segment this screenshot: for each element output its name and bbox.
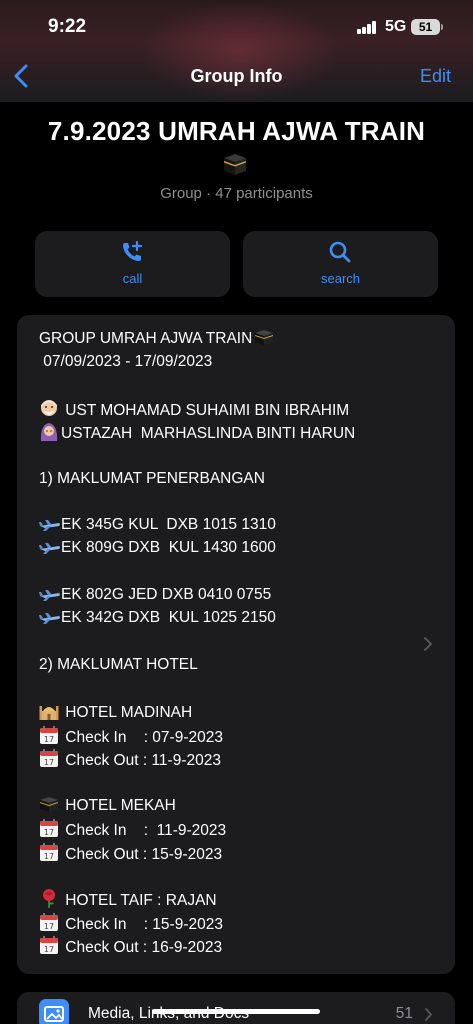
description-line: UST MOHAMAD SUHAIMI BIN IBRAHIM xyxy=(39,398,349,420)
description-line: 07/09/2023 - 17/09/2023 xyxy=(39,351,212,373)
calendar-icon: 17 xyxy=(39,912,59,931)
battery-icon: 51 xyxy=(411,19,440,35)
airplane-icon xyxy=(39,609,60,627)
description-text: Check Out : 15-9-2023 xyxy=(61,846,223,863)
description-line: 17 Check In : 15-9-2023 xyxy=(39,912,223,934)
description-line: HOTEL TAIF : RAJAN xyxy=(39,888,217,910)
description-line: EK 345G KUL DXB 1015 1310 xyxy=(39,514,276,536)
description-line: USTAZAH MARHASLINDA BINTI HARUN xyxy=(39,421,355,443)
description-text: USTAZAH MARHASLINDA BINTI HARUN xyxy=(61,425,356,442)
description-line: 17 Check In : 11-9-2023 xyxy=(39,818,226,840)
description-line: HOTEL MEKAH xyxy=(39,795,176,817)
description-line: 17 Check Out : 15-9-2023 xyxy=(39,842,222,864)
svg-text:17: 17 xyxy=(44,852,54,861)
description-text: HOTEL MEKAH xyxy=(61,797,176,814)
nav-title: Group Info xyxy=(190,66,283,86)
home-indicator xyxy=(152,1009,320,1014)
description-text: 1) MAKLUMAT PENERBANGAN xyxy=(39,470,265,487)
svg-text:17: 17 xyxy=(44,758,54,767)
status-time: 9:22 xyxy=(48,16,87,37)
media-count: 51 xyxy=(395,1005,413,1022)
call-label: call xyxy=(122,271,143,286)
svg-text:17: 17 xyxy=(44,922,54,931)
description-line: 17 Check In : 07-9-2023 xyxy=(39,725,223,747)
airplane-icon xyxy=(39,516,60,534)
description-text: 07/09/2023 - 17/09/2023 xyxy=(39,353,213,370)
description-line: 1) MAKLUMAT PENERBANGAN xyxy=(39,468,265,490)
description-text: 2) MAKLUMAT HOTEL xyxy=(39,656,198,673)
photo-icon xyxy=(39,999,69,1024)
group-name[interactable]: 7.9.2023 UMRAH AJWA TRAIN xyxy=(0,116,473,147)
calendar-icon: 17 xyxy=(39,818,59,837)
mosque-icon xyxy=(39,702,59,720)
description-text: Check Out : 11-9-2023 xyxy=(61,752,221,769)
network-label: 5G xyxy=(385,18,407,35)
description-text: GROUP UMRAH AJWA TRAIN xyxy=(39,330,253,347)
description-text: Check In : 15-9-2023 xyxy=(61,916,223,933)
svg-text:17: 17 xyxy=(44,945,54,954)
old-man-icon xyxy=(39,398,59,416)
airplane-icon xyxy=(39,586,60,604)
description-text: Check In : 07-9-2023 xyxy=(61,729,223,746)
description-line: 17 Check Out : 16-9-2023 xyxy=(39,935,222,957)
battery-tip xyxy=(441,24,443,30)
navigation-bar: Group Info Edit xyxy=(0,56,473,98)
description-text: HOTEL TAIF : RAJAN xyxy=(61,892,217,909)
kaaba-icon xyxy=(39,795,59,813)
description-line: 2) MAKLUMAT HOTEL xyxy=(39,654,198,676)
kaaba-icon xyxy=(254,328,274,346)
calendar-icon: 17 xyxy=(39,842,59,861)
calendar-icon: 17 xyxy=(39,725,59,744)
calendar-icon: 17 xyxy=(39,935,59,954)
status-bar: 9:22 5G 51 xyxy=(0,0,473,52)
description-text: EK 342G DXB KUL 1025 2150 xyxy=(61,609,276,626)
search-label: search xyxy=(320,271,361,286)
chevron-right-icon xyxy=(424,637,433,651)
svg-text:17: 17 xyxy=(44,735,54,744)
description-line: EK 802G JED DXB 0410 0755 xyxy=(39,584,271,606)
description-line: EK 809G DXB KUL 1430 1600 xyxy=(39,537,276,559)
search-icon xyxy=(329,241,351,263)
group-description-card[interactable]: GROUP UMRAH AJWA TRAIN 07/09/2023 - 17/0… xyxy=(17,315,455,974)
calendar-icon: 17 xyxy=(39,748,59,767)
rose-icon xyxy=(39,888,59,908)
description-text: UST MOHAMAD SUHAIMI BIN IBRAHIM xyxy=(61,402,350,419)
description-text: HOTEL MADINAH xyxy=(61,704,193,721)
description-text: Check In : 11-9-2023 xyxy=(61,822,227,839)
description-text: EK 802G JED DXB 0410 0755 xyxy=(61,586,272,603)
phone-add-icon xyxy=(123,240,143,261)
description-text: EK 345G KUL DXB 1015 1310 xyxy=(61,516,276,533)
kaaba-icon xyxy=(224,154,246,175)
description-line: GROUP UMRAH AJWA TRAIN xyxy=(39,328,276,350)
svg-text:17: 17 xyxy=(44,828,54,837)
edit-button[interactable]: Edit xyxy=(420,66,451,87)
airplane-icon xyxy=(39,539,60,557)
description-line: HOTEL MADINAH xyxy=(39,702,192,724)
search-button[interactable]: search xyxy=(243,231,438,297)
description-line: EK 342G DXB KUL 1025 2150 xyxy=(39,607,276,629)
description-text: EK 809G DXB KUL 1430 1600 xyxy=(61,539,276,556)
call-button[interactable]: call xyxy=(35,231,230,297)
media-links-docs-row[interactable]: Media, Links, and Docs 51 xyxy=(17,992,455,1024)
signal-icon xyxy=(357,21,379,34)
chevron-right-icon xyxy=(425,1008,433,1021)
description-text: Check Out : 16-9-2023 xyxy=(61,939,223,956)
participants-count: Group · 47 participants xyxy=(160,185,313,202)
media-label: Media, Links, and Docs xyxy=(88,1005,249,1022)
description-line: 17 Check Out : 11-9-2023 xyxy=(39,748,221,770)
woman-headscarf-icon xyxy=(39,421,59,441)
